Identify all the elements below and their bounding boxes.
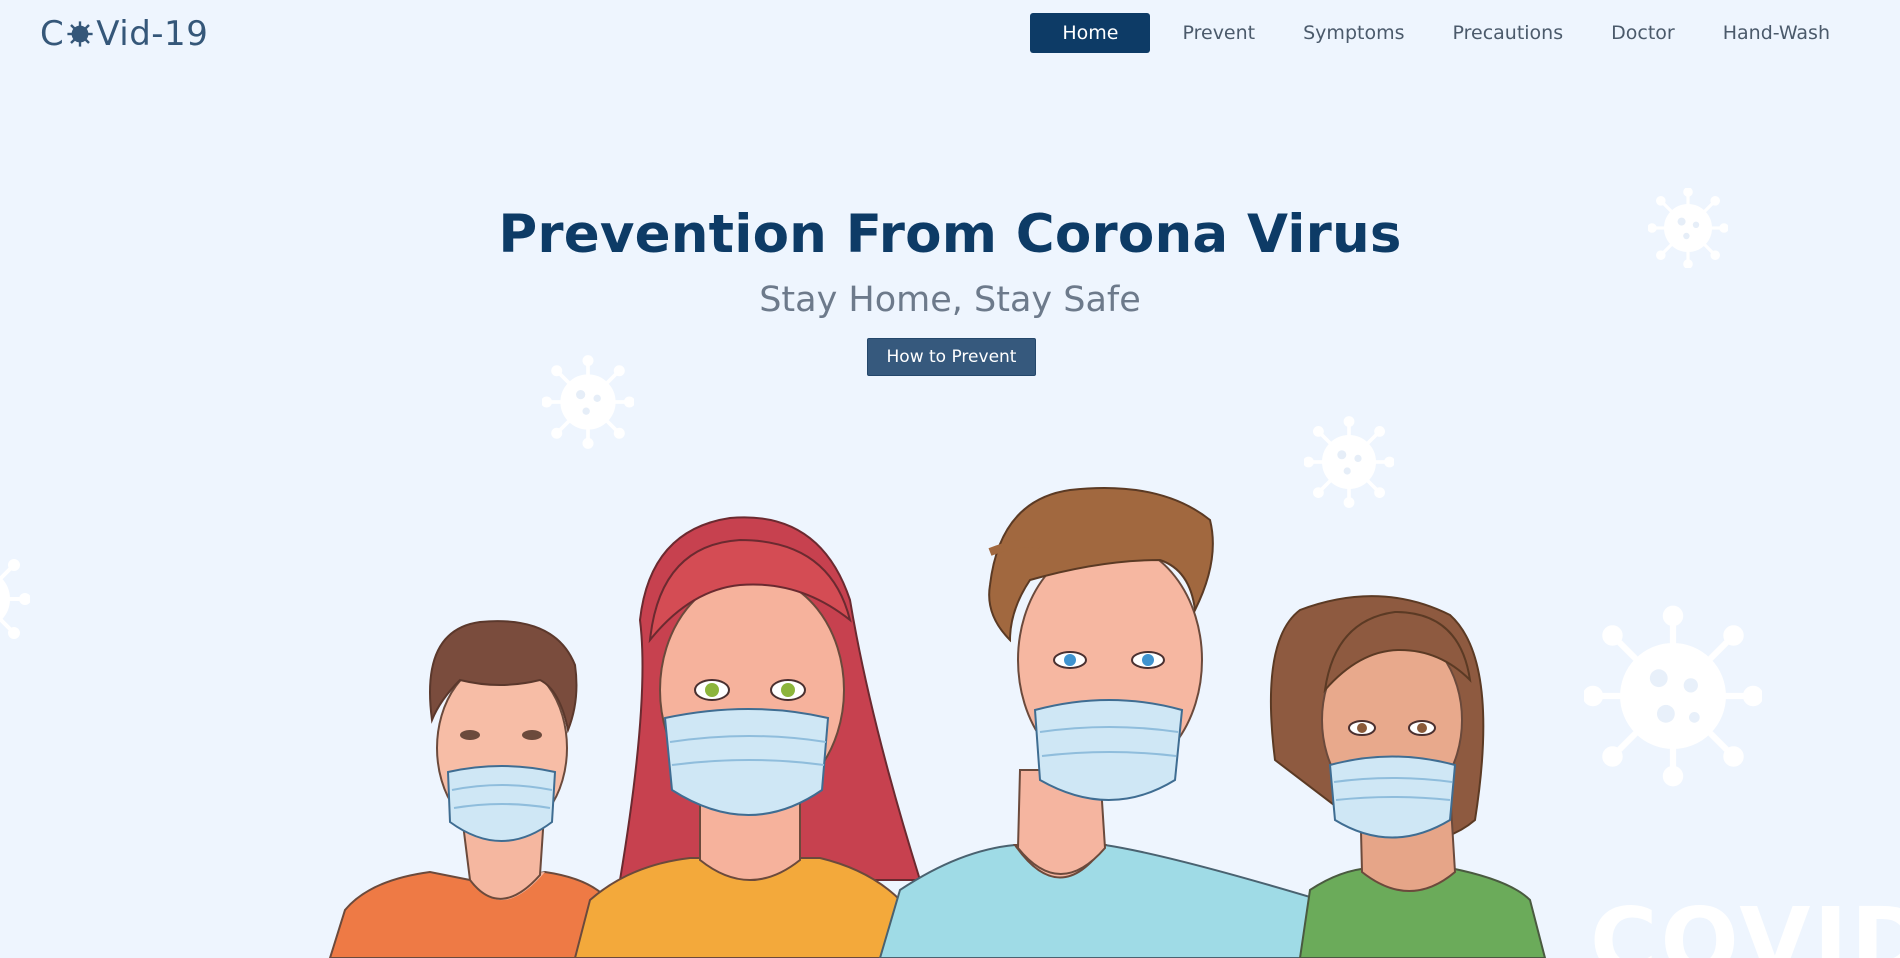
page: COVID-19 C Vid-19 Home Prevent Symptoms … [0, 0, 1900, 958]
person-man-figure [878, 487, 1332, 958]
person-boy-figure [328, 620, 627, 958]
person-redhead-woman-figure [573, 516, 922, 958]
person-woman-green-figure [1269, 595, 1547, 958]
masked-people-illustration [328, 487, 1547, 958]
